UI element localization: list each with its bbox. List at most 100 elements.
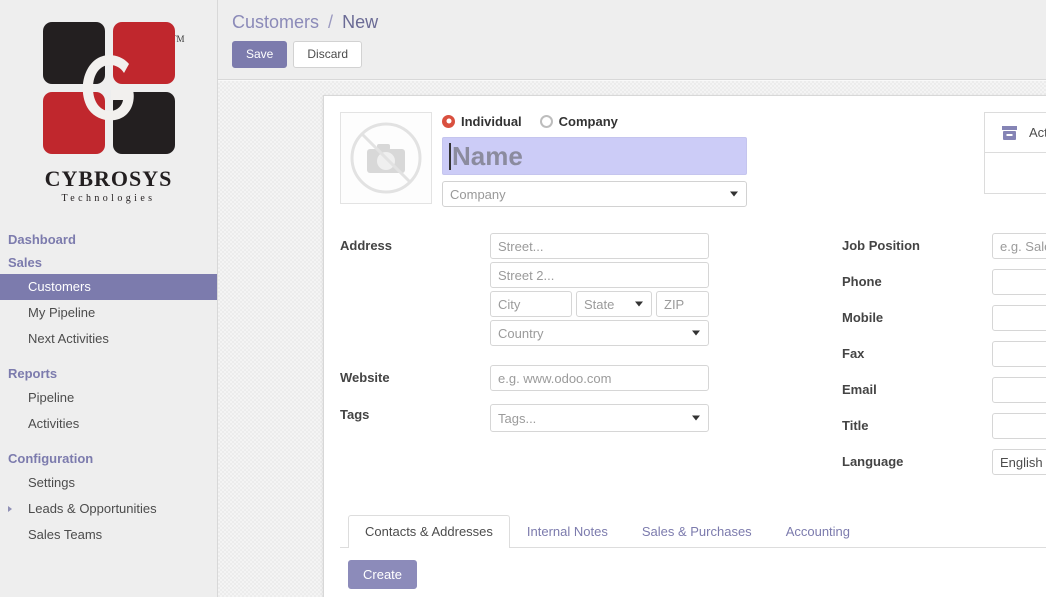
save-button[interactable]: Save [232, 41, 288, 68]
text-cursor [449, 142, 451, 170]
sidebar-item-activities[interactable]: Activities [0, 411, 217, 437]
state-placeholder: State [584, 296, 615, 312]
radio-individual-label: Individual [461, 113, 522, 129]
stat-button-active[interactable]: Active [985, 113, 1046, 153]
tab-sales-purchases[interactable]: Sales & Purchases [625, 515, 769, 548]
chevron-down-icon [692, 415, 700, 421]
tags-control: Tags... [490, 402, 810, 435]
tags-select[interactable]: Tags... [490, 404, 709, 432]
radio-company-label: Company [558, 113, 618, 129]
tab-contacts-addresses[interactable]: Contacts & Addresses [348, 515, 510, 548]
language-select[interactable]: English [992, 449, 1046, 475]
mobile-input[interactable] [992, 305, 1046, 331]
radio-company[interactable]: Company [539, 113, 618, 129]
street2-placeholder: Street 2... [498, 267, 555, 283]
zip-placeholder: ZIP [664, 296, 685, 312]
control-panel: Customers / New Save Discard [218, 0, 1046, 80]
label-tags: Tags [340, 407, 370, 422]
nav-header-sales[interactable]: Sales [0, 251, 217, 274]
sidebar-item-label: Next Activities [28, 331, 109, 346]
title-block: Individual Company Name Company [442, 112, 747, 207]
discard-button[interactable]: Discard [293, 41, 363, 68]
main-content: Customers / New Save Discard Individual … [218, 0, 1046, 597]
logo-g-icon [82, 55, 134, 121]
field-row-mobile: Mobile [842, 305, 1046, 334]
sidebar-item-pipeline[interactable]: Pipeline [0, 385, 217, 411]
brand-name: CYBROSYS [44, 166, 173, 191]
avatar-upload[interactable] [340, 112, 432, 204]
company-type-radio-group: Individual Company [442, 112, 747, 130]
brand-subtitle: Technologies [61, 193, 156, 204]
breadcrumb-current: New [342, 12, 379, 32]
stat-col-active: Active [985, 113, 1046, 193]
sidebar-item-label: Sales Teams [28, 527, 103, 542]
sidebar-item-customers[interactable]: Customers [0, 274, 217, 300]
nav-header-reports: Reports [8, 366, 58, 381]
state-select[interactable]: State [576, 291, 652, 317]
country-placeholder: Country [498, 325, 544, 341]
label-mobile: Mobile [842, 310, 884, 325]
nav-header-configuration: Configuration [8, 451, 94, 466]
phone-input[interactable] [992, 269, 1046, 295]
fax-control [992, 341, 1046, 370]
sidebar-item-label: Activities [28, 416, 80, 431]
zip-input[interactable]: ZIP [656, 291, 709, 317]
radio-individual[interactable]: Individual [442, 114, 522, 129]
sidebar-item-my-pipeline[interactable]: My Pipeline [0, 300, 217, 326]
form-groups: Address Street... Street 2... City State… [340, 233, 1046, 485]
city-input[interactable]: City [490, 291, 572, 317]
title-select[interactable] [992, 413, 1046, 439]
radio-selected-icon [442, 114, 455, 128]
language-value: English [1000, 454, 1043, 470]
field-row-title: Title [842, 413, 1046, 442]
name-placeholder: Name [452, 140, 523, 171]
archive-icon [995, 123, 1023, 142]
company-select[interactable]: Company [442, 181, 747, 207]
nav-header-dashboard[interactable]: Dashboard [0, 228, 217, 251]
fax-input[interactable] [992, 341, 1046, 367]
website-control: e.g. www.odoo.com [490, 365, 810, 394]
tab-accounting[interactable]: Accounting [769, 515, 867, 548]
stat-col-active-filler [985, 153, 1046, 193]
label-language: Language [842, 454, 904, 469]
label-address: Address [340, 238, 393, 253]
breadcrumb-separator: / [328, 12, 334, 32]
field-row-fax: Fax [842, 341, 1046, 370]
sidebar-item-label: Settings [28, 475, 75, 490]
name-input[interactable]: Name [442, 137, 747, 175]
sidebar-item-label: Pipeline [28, 390, 75, 405]
job-position-control: e.g. Sales Director [992, 233, 1046, 262]
city-placeholder: City [498, 296, 521, 312]
country-select[interactable]: Country [490, 320, 709, 346]
tags-placeholder: Tags... [498, 410, 537, 426]
job-position-input[interactable]: e.g. Sales Director [992, 233, 1046, 259]
sidebar-item-leads-opportunities[interactable]: Leads & Opportunities [0, 496, 217, 522]
radio-unselected-icon [539, 114, 553, 128]
field-row-language: Language English [842, 449, 1046, 478]
tab-internal-notes[interactable]: Internal Notes [510, 515, 625, 548]
title-control [992, 413, 1046, 442]
stat-button-box: Active 0 [984, 112, 1046, 194]
sidebar-item-sales-teams[interactable]: Sales Teams [0, 522, 217, 548]
chevron-down-icon [635, 301, 643, 307]
field-row-phone: Phone [842, 269, 1046, 298]
no-camera-icon [350, 122, 422, 194]
app-root: TM CYBROSYS Technologies Dashboard Sales… [0, 0, 1046, 597]
breadcrumb-customers[interactable]: Customers [232, 12, 319, 32]
email-input[interactable] [992, 377, 1046, 403]
stat-label-active: Active [1029, 125, 1046, 140]
label-fax: Fax [842, 346, 865, 361]
form-group-right: Job Position e.g. Sales Director Phone [828, 233, 1046, 485]
website-input[interactable]: e.g. www.odoo.com [490, 365, 709, 391]
street2-input[interactable]: Street 2... [490, 262, 709, 288]
label-phone: Phone [842, 274, 882, 289]
sidebar-item-next-activities[interactable]: Next Activities [0, 326, 217, 352]
city-state-zip-row: City State ZIP [490, 291, 810, 317]
create-contact-button[interactable]: Create [348, 560, 418, 589]
street-input[interactable]: Street... [490, 233, 709, 259]
sidebar-item-settings[interactable]: Settings [0, 470, 217, 496]
logo-mark: TM [42, 22, 185, 154]
email-control [992, 377, 1046, 406]
